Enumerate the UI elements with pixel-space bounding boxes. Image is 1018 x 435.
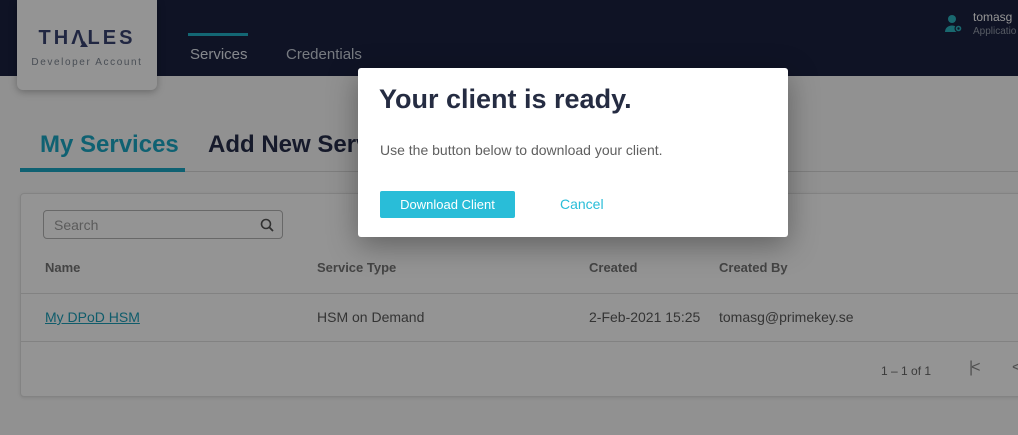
- download-client-button[interactable]: Download Client: [380, 191, 515, 218]
- app-window: Services Credentials tomasg Applicatio T…: [0, 0, 1018, 435]
- dialog-message: Use the button below to download your cl…: [380, 142, 663, 158]
- client-ready-dialog: Your client is ready. Use the button bel…: [358, 68, 788, 237]
- dialog-title: Your client is ready.: [379, 84, 632, 115]
- cancel-link[interactable]: Cancel: [560, 196, 604, 212]
